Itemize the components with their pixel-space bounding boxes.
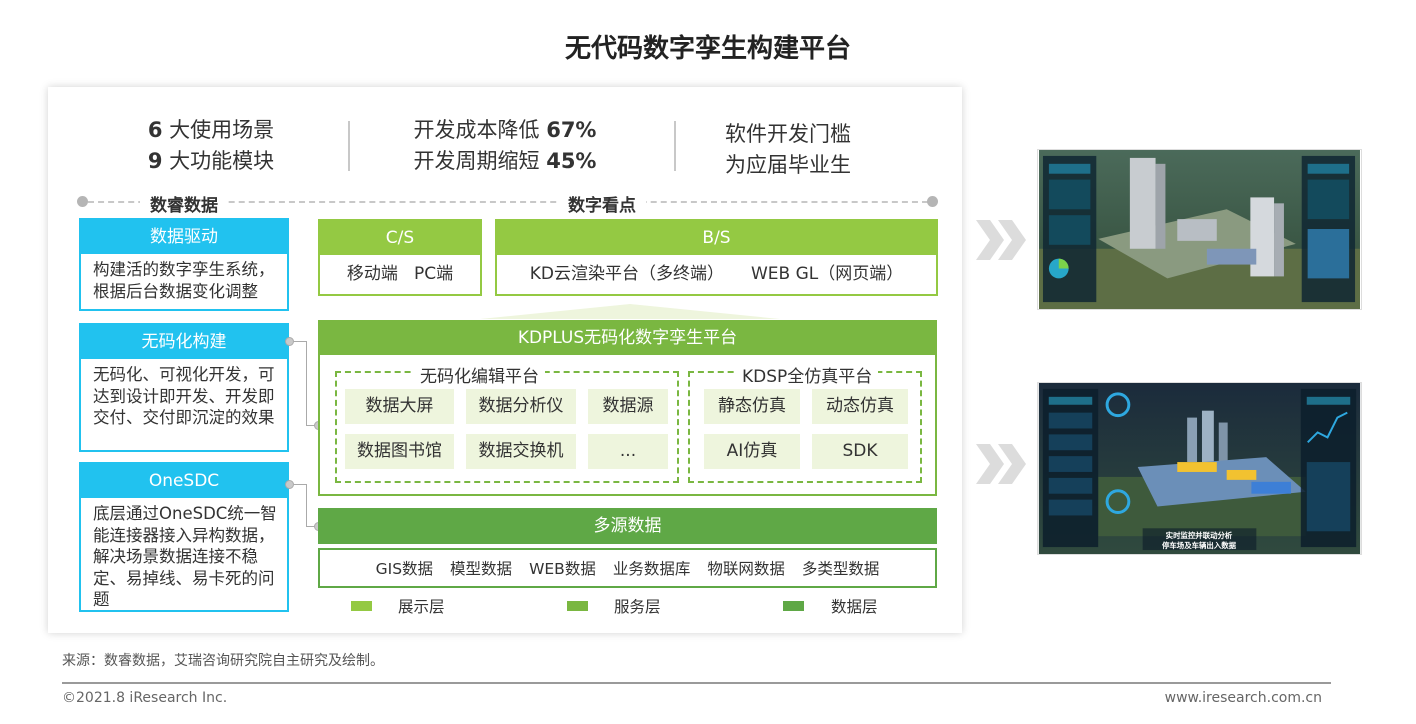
editor-cell: 数据图书馆 <box>345 434 454 469</box>
screenshot-caption: 停车场及车辆出入数据 <box>1162 540 1237 550</box>
kpi-threshold-line1: 软件开发门槛 <box>725 122 851 146</box>
kpi-threshold-line2: 为应届毕业生 <box>725 153 851 177</box>
editor-cell: 数据交换机 <box>466 434 576 469</box>
data-item: 物联网数据 <box>707 560 785 578</box>
connector-line <box>294 484 306 485</box>
section-line-dot <box>77 196 88 207</box>
kdsp-cell: SDK <box>812 434 908 469</box>
data-item: 多类型数据 <box>801 560 880 578</box>
connector-dot <box>285 480 294 489</box>
parking-monitoring-screenshot: 实时监控并联动分析 停车场及车辆出入数据 <box>1037 382 1362 555</box>
data-sources-row: GIS数据 模型数据 WEB数据 业务数据库 物联网数据 多类型数据 <box>318 548 937 588</box>
kpi-cycle-text: 开发周期缩短 <box>413 149 547 173</box>
legend-label-data: 数据层 <box>831 598 878 616</box>
data-item: WEB数据 <box>529 560 596 578</box>
multi-source-data-bar: 多源数据 <box>318 508 937 544</box>
editor-cell: 数据大屏 <box>345 389 454 424</box>
footer-divider <box>62 682 1331 684</box>
kpi-divider <box>348 121 350 171</box>
data-item: GIS数据 <box>375 560 434 578</box>
kpi-cost: 开发成本降低 67% 开发周期缩短 45% <box>360 115 650 177</box>
data-item: 模型数据 <box>450 560 513 578</box>
cs-box: C/S 移动端 PC端 <box>318 219 482 296</box>
connector-line <box>306 484 307 526</box>
diagram-card: 6 大使用场景 9 大功能模块 开发成本降低 67% 开发周期缩短 45% 软件… <box>48 87 962 633</box>
kdsp-cell: AI仿真 <box>704 434 800 469</box>
kdsp-cell: 静态仿真 <box>704 389 800 424</box>
source-note: 来源：数睿数据，艾瑞咨询研究院自主研究及绘制。 <box>62 653 384 669</box>
editor-title: 无码化编辑平台 <box>414 362 545 387</box>
legend-label-presentation: 展示层 <box>398 598 445 616</box>
connector-line <box>306 341 307 425</box>
kdplus-platform: KDPLUS无码化数字孪生平台 数据大屏 数据分析仪 数据源 数据图书馆 数据交… <box>318 320 937 496</box>
cs-title: C/S <box>320 221 480 255</box>
cs-body: 移动端 PC端 <box>346 264 454 284</box>
copyright: ©2021.8 iResearch Inc. <box>62 690 228 706</box>
bs-title: B/S <box>497 221 936 255</box>
data-item: 业务数据库 <box>612 560 691 578</box>
website-link[interactable]: www.iresearch.com.cn <box>1165 690 1322 706</box>
double-chevron-right-icon <box>976 220 1026 260</box>
feature-data-driven: 数据驱动 构建活的数字孪生系统，根据后台数据变化调整 <box>79 218 289 311</box>
editor-cell: 数据分析仪 <box>466 389 576 424</box>
feature-onesdc: OneSDC 底层通过OneSDC统一智能连接器接入异构数据，解决场景数据连接不… <box>79 462 289 612</box>
legend-label-service: 服务层 <box>614 598 661 616</box>
feature-title: 数据驱动 <box>81 220 287 254</box>
feature-desc: 无码化、可视化开发，可达到设计即开发、开发即交付、交付即沉淀的效果 <box>93 365 275 427</box>
kpi-cost-text: 开发成本降低 <box>413 118 547 142</box>
kpi-threshold: 软件开发门槛 为应届毕业生 <box>643 119 933 181</box>
kdplus-title: KDPLUS无码化数字孪生平台 <box>320 322 935 355</box>
kdsp-title: KDSP全仿真平台 <box>736 362 879 387</box>
digital-twin-campus-screenshot <box>1037 149 1362 310</box>
editor-cell: 数据源 <box>588 389 668 424</box>
screenshot-caption: 实时监控并联动分析 <box>1166 530 1233 540</box>
feature-title: OneSDC <box>81 464 287 498</box>
feature-title: 无码化构建 <box>81 325 287 359</box>
feature-no-code: 无码化构建 无码化、可视化开发，可达到设计即开发、开发即交付、交付即沉淀的效果 <box>79 323 289 452</box>
section-label-right: 数字看点 <box>558 191 646 216</box>
kdsp-box: 静态仿真 动态仿真 AI仿真 SDK <box>688 371 922 483</box>
feature-desc: 底层通过OneSDC统一智能连接器接入异构数据，解决场景数据连接不稳定、易掉线、… <box>93 504 277 609</box>
double-chevron-right-icon <box>976 444 1026 484</box>
legend-swatch-presentation <box>351 601 372 611</box>
legend-swatch-service <box>567 601 588 611</box>
bs-body: KD云渲染平台（多终端） WEB GL（网页端） <box>529 264 904 284</box>
no-code-editor-box: 数据大屏 数据分析仪 数据源 数据图书馆 数据交换机 ... <box>335 371 679 483</box>
kpi-cycle-number: 45% <box>546 149 597 173</box>
section-line-dot <box>927 196 938 207</box>
kpi-modules-number: 9 <box>147 149 163 173</box>
kpi-modules-text: 大功能模块 <box>162 149 275 173</box>
kpi-cost-number: 67% <box>546 118 597 142</box>
feature-desc: 构建活的数字孪生系统，根据后台数据变化调整 <box>93 260 275 301</box>
kdsp-cell: 动态仿真 <box>812 389 908 424</box>
kpi-scenes-number: 6 <box>147 118 163 142</box>
kpi-scenes: 6 大使用场景 9 大功能模块 <box>66 115 356 177</box>
editor-cell: ... <box>588 434 668 469</box>
page-title: 无代码数字孪生构建平台 <box>564 34 851 64</box>
connector-line <box>294 341 306 342</box>
section-label-left: 数睿数据 <box>140 191 228 216</box>
layer-connector-shape <box>480 304 780 319</box>
kpi-scenes-text: 大使用场景 <box>162 118 275 142</box>
bs-box: B/S KD云渲染平台（多终端） WEB GL（网页端） <box>495 219 938 296</box>
connector-dot <box>285 337 294 346</box>
legend-swatch-data <box>783 601 804 611</box>
